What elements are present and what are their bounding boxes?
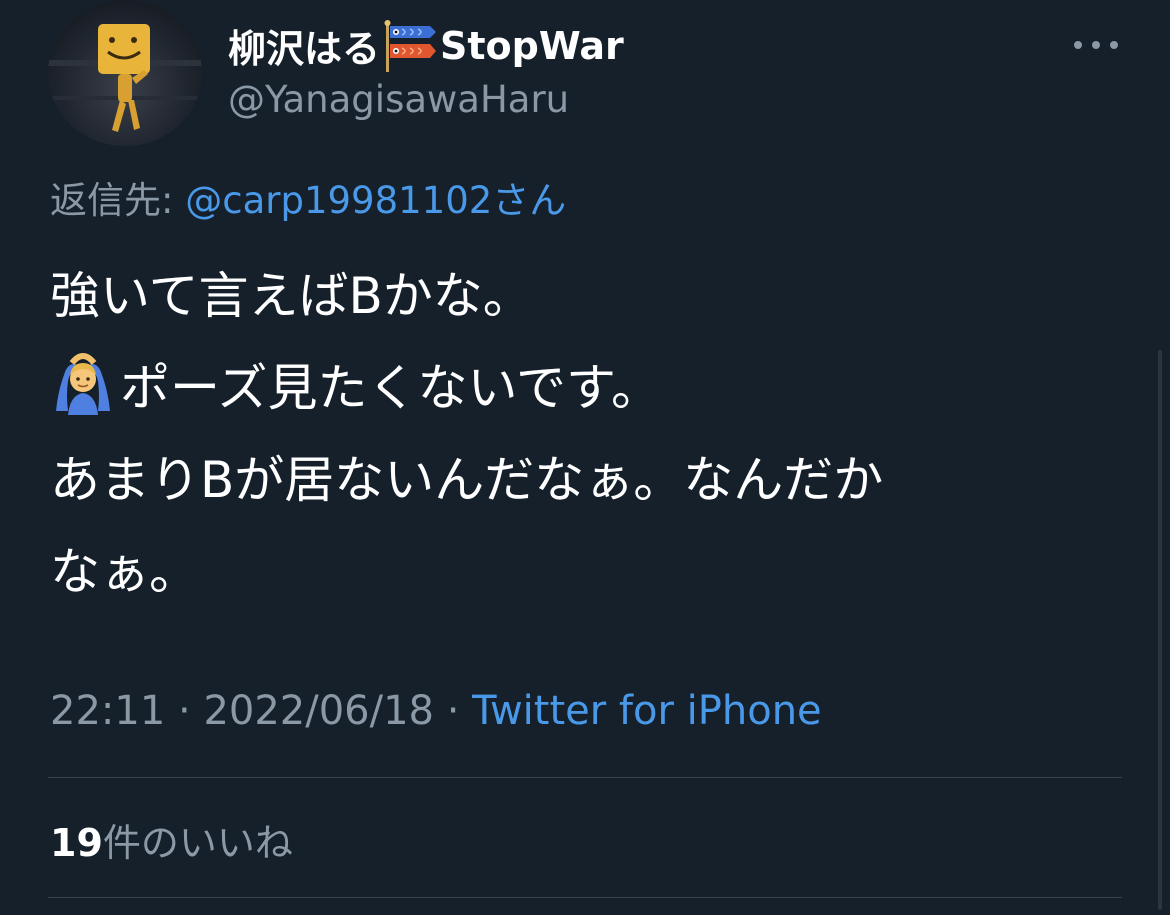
carp-streamer-icon — [382, 19, 438, 72]
tweet-text-line-2: ポーズ見たくないです。 — [120, 359, 661, 417]
tweet-text-line: あまりBが居ないんだなぁ。なんだか — [50, 451, 884, 509]
author-handle[interactable]: @YanagisawaHaru — [228, 78, 569, 121]
divider — [48, 897, 1122, 898]
likes-stat[interactable]: 19件のいいね — [50, 812, 293, 867]
reply-context: 返信先: @carp19981102さん — [50, 170, 566, 224]
tweet-source-link[interactable]: Twitter for iPhone — [472, 688, 822, 734]
dot — [1074, 41, 1082, 49]
scrollbar[interactable] — [1158, 350, 1162, 910]
dot — [1110, 41, 1118, 49]
author-display-name[interactable]: 柳沢はる StopWar — [228, 18, 624, 73]
person-gesturing-ok-icon — [50, 351, 116, 415]
more-horizontal-icon[interactable] — [1074, 38, 1118, 52]
divider — [48, 777, 1122, 778]
tweet-text-line: なぁ。 — [50, 543, 199, 601]
tweet-date[interactable]: 2022/06/18 — [203, 688, 434, 734]
author-name-suffix: StopWar — [440, 23, 624, 68]
tweet-meta: 22:11 · 2022/06/18 · Twitter for iPhone — [50, 688, 822, 734]
likes-label: 件のいいね — [102, 821, 293, 865]
reply-user-suffix: さん — [492, 179, 567, 222]
reply-user-handle: @carp19981102 — [185, 179, 493, 222]
tweet-text-line: 強いて言えばBかな。 — [50, 267, 533, 325]
avatar[interactable] — [48, 0, 202, 146]
reply-prefix: 返信先: — [50, 179, 186, 222]
avatar-image — [48, 24, 202, 132]
meta-separator: · — [165, 688, 204, 734]
likes-count: 19 — [50, 821, 103, 865]
dot — [1092, 41, 1100, 49]
meta-separator: · — [433, 688, 473, 734]
tweet-text-line: ポーズ見たくないです。 — [50, 342, 1110, 434]
author-name-text: 柳沢はる — [228, 27, 381, 71]
reply-to-user-link[interactable]: @carp19981102さん — [185, 179, 566, 222]
tweet-time[interactable]: 22:11 — [50, 688, 165, 734]
tweet-text: 強いて言えばBかな。 ポーズ見たくないです。 あまりBが居ないんだなぁ。なんだか… — [50, 250, 1110, 618]
